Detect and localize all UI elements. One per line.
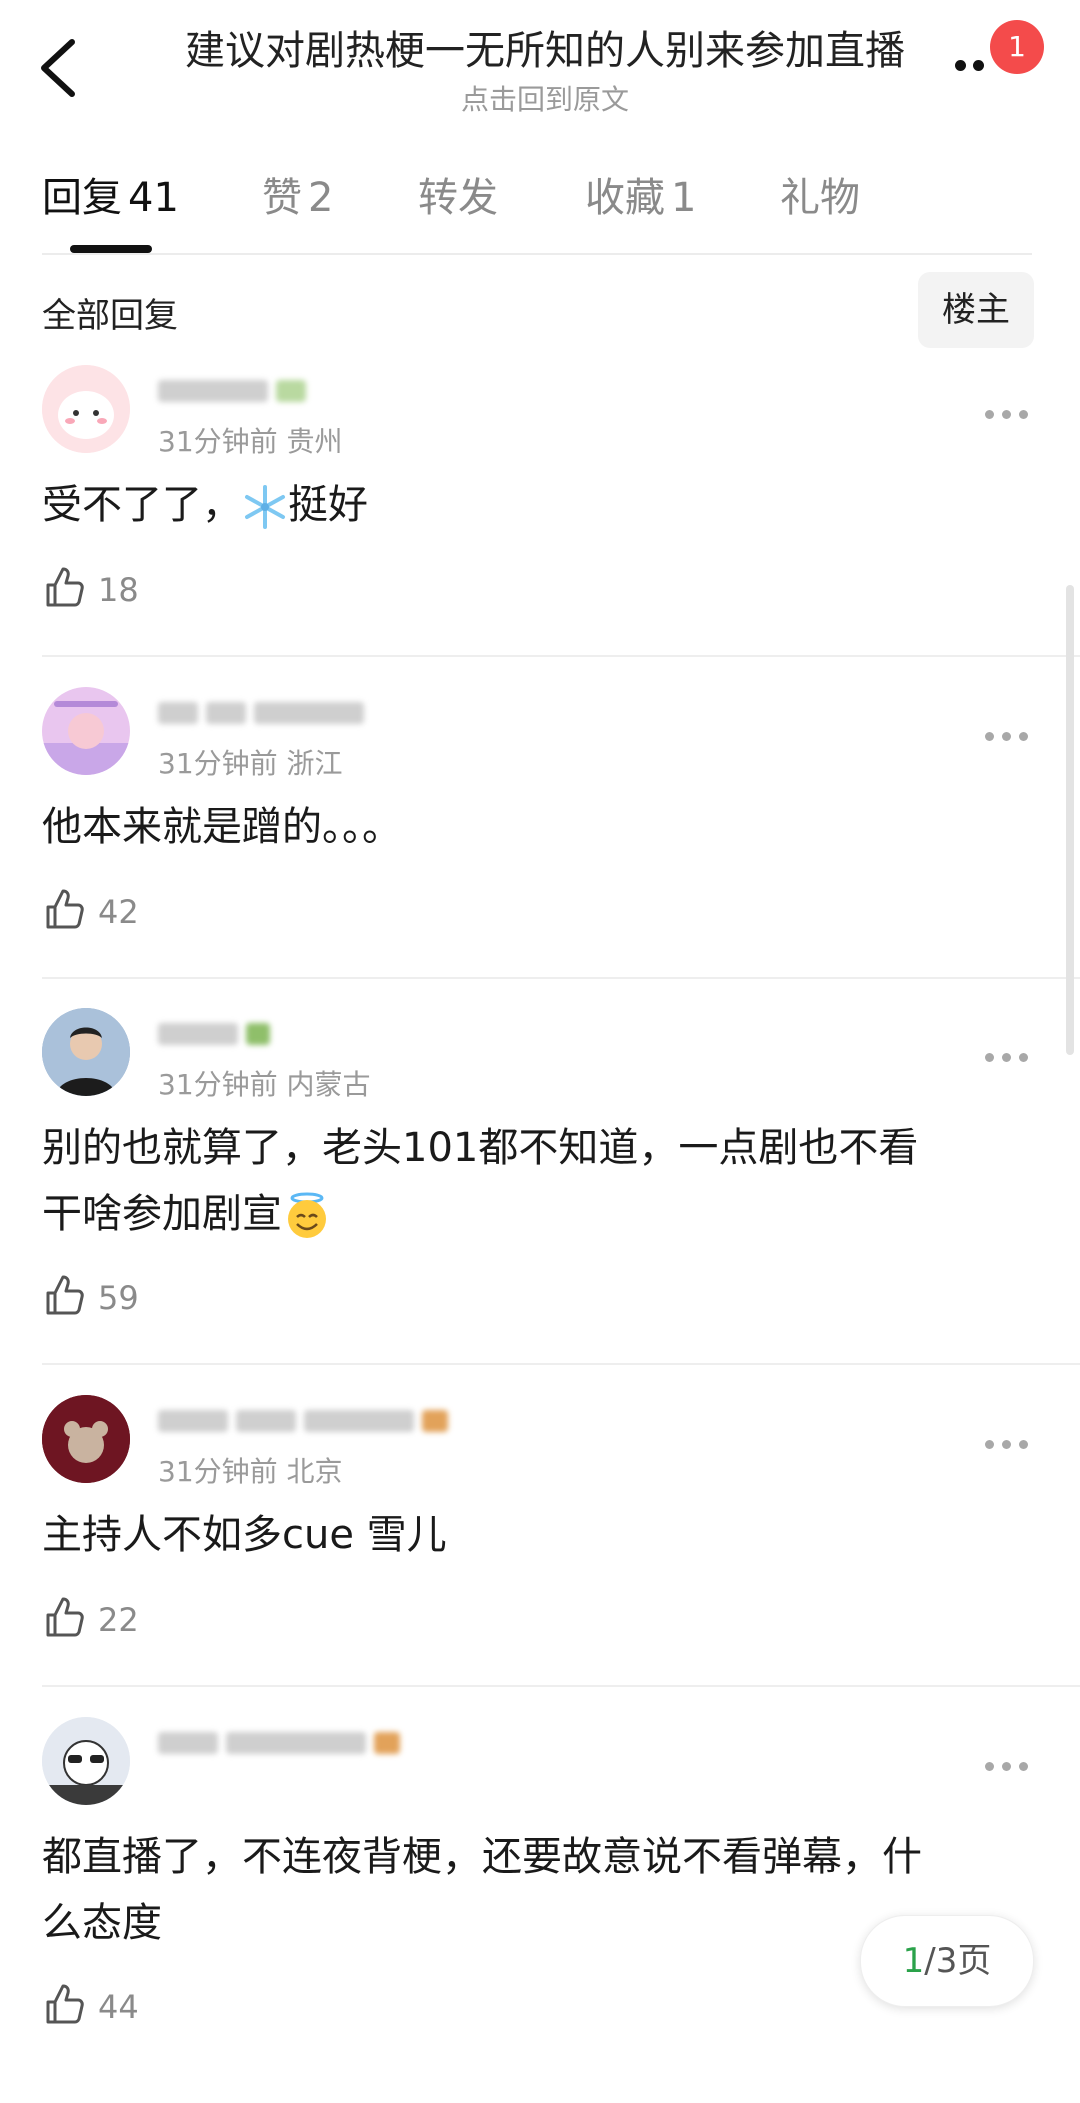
tab-count: 1 (671, 175, 697, 221)
tab-replies[interactable]: 回复 41 (42, 165, 179, 223)
tab-label: 收藏 (585, 175, 665, 221)
comment-more-icon[interactable] (985, 1053, 1029, 1067)
comment-time: 31分钟前 (158, 425, 278, 458)
comment-more-icon[interactable] (985, 1440, 1029, 1454)
comment-more-icon[interactable] (985, 410, 1029, 424)
comment-text-line: 都直播了，不连夜背梗，还要故意说不看弹幕，什 (42, 1834, 922, 1880)
back-to-original-link[interactable]: 点击回到原文 (150, 78, 940, 118)
avatar[interactable] (42, 1008, 130, 1096)
like-count: 44 (98, 1988, 139, 2026)
scrollbar[interactable] (1066, 585, 1074, 1055)
comment-time: 31分钟前 (158, 747, 278, 780)
thumbs-up-icon (46, 1597, 84, 1637)
username-blurred[interactable] (158, 1023, 278, 1063)
thumbs-up-icon (46, 889, 84, 929)
comment-text[interactable]: 他本来就是蹭的。。。 (42, 794, 1032, 860)
snowflake-emoji-icon (245, 485, 285, 529)
comment-time: 31分钟前 (158, 1068, 278, 1101)
avatar[interactable] (42, 687, 130, 775)
like-count: 22 (98, 1601, 139, 1639)
owner-only-button[interactable]: 楼主 (918, 272, 1034, 348)
thumbs-up-icon (46, 1984, 84, 2024)
like-count: 18 (98, 571, 139, 609)
divider (42, 1685, 1080, 1687)
comment-location: 北京 (286, 1455, 343, 1488)
divider (42, 655, 1080, 657)
tab-label: 礼物 (780, 175, 860, 221)
page-total: /3页 (924, 1941, 992, 1981)
notification-badge[interactable]: 1 (990, 20, 1044, 74)
comment-meta: 31分钟前 内蒙古 (158, 1063, 371, 1103)
more-options-icon[interactable] (955, 48, 995, 78)
tab-gifts[interactable]: 礼物 (780, 165, 860, 223)
username-blurred[interactable] (158, 1732, 408, 1772)
avatar[interactable] (42, 1717, 130, 1805)
page-indicator-button[interactable]: 1/3页 (860, 1915, 1034, 2007)
top-bar: 建议对剧热梗一无所知的人别来参加直播 点击回到原文 1 (0, 0, 1080, 120)
comment-text[interactable]: 主持人不如多cue 雪儿 (42, 1502, 1032, 1568)
username-blurred[interactable] (158, 702, 372, 742)
tab-reposts[interactable]: 转发 (418, 165, 498, 223)
username-blurred[interactable] (158, 1410, 456, 1450)
comment-time: 31分钟前 (158, 1455, 278, 1488)
username-blurred[interactable] (158, 380, 314, 420)
back-arrow-icon[interactable] (30, 28, 90, 108)
thumbs-up-icon (46, 1275, 84, 1315)
tab-bar: 回复 41 赞2 转发 收藏 1 礼物 (0, 155, 1080, 255)
comment-more-icon[interactable] (985, 732, 1029, 746)
comment-meta: 31分钟前 浙江 (158, 742, 343, 782)
current-page: 1 (902, 1941, 925, 1981)
tab-favorites[interactable]: 收藏 1 (585, 165, 696, 223)
comment-location: 浙江 (286, 747, 343, 780)
tab-likes[interactable]: 赞2 (262, 165, 333, 223)
comment-text[interactable]: 受不了了， 挺好 (42, 472, 1032, 538)
comment-text-part: 受不了了， (42, 482, 242, 528)
comment-text-part: 干啥参加剧宣 (42, 1191, 282, 1237)
thumbs-up-icon (46, 567, 84, 607)
like-count: 59 (98, 1279, 139, 1317)
tab-label: 回复 (42, 175, 122, 221)
tab-count: 2 (308, 175, 334, 221)
tab-count: 41 (128, 175, 179, 221)
avatar[interactable] (42, 365, 130, 453)
comment-more-icon[interactable] (985, 1762, 1029, 1776)
divider (42, 1363, 1080, 1365)
tab-label: 赞 (262, 175, 302, 221)
divider (42, 253, 1032, 255)
all-replies-label: 全部回复 (42, 296, 178, 336)
active-tab-indicator (70, 245, 152, 253)
like-count: 42 (98, 893, 139, 931)
comment-meta: 31分钟前 贵州 (158, 420, 343, 460)
comment-text-part: 挺好 (288, 482, 368, 528)
smiling-face-with-halo-emoji-icon (288, 1192, 326, 1238)
comment-location: 贵州 (286, 425, 343, 458)
comment-text-line: 别的也就算了，老头101都不知道，一点剧也不看 (42, 1125, 919, 1171)
post-title[interactable]: 建议对剧热梗一无所知的人别来参加直播 (150, 18, 940, 76)
comment-meta: 31分钟前 北京 (158, 1450, 343, 1490)
comment-text-line: 干啥参加剧宣 (42, 1181, 1032, 1247)
comment-text[interactable]: 别的也就算了，老头101都不知道，一点剧也不看 干啥参加剧宣 (42, 1115, 1032, 1247)
tab-label: 转发 (418, 175, 498, 221)
comment-location: 内蒙古 (286, 1068, 371, 1101)
avatar[interactable] (42, 1395, 130, 1483)
divider (42, 977, 1080, 979)
